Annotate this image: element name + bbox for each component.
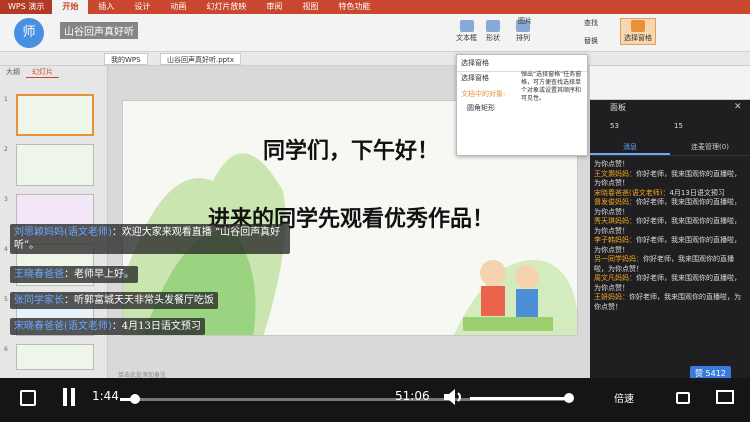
popup-pane-label: 选择窗格 xyxy=(461,74,489,82)
stream-title: 山谷回声真好听 xyxy=(60,22,138,39)
live-panel-header: 面板 xyxy=(610,103,626,112)
tab-slides[interactable]: 幻灯片 xyxy=(26,66,59,78)
ribbon: 师 山谷回声真好听 文本框 形状 排列 图片 查找 替换 选择窗格 xyxy=(0,14,750,52)
close-icon[interactable]: ✕ xyxy=(734,102,742,112)
chat-message: 王晓春爸爸：老师早上好。 xyxy=(10,266,138,283)
tab-home[interactable]: 开始 xyxy=(52,0,89,14)
slide-number: 3 xyxy=(4,196,8,203)
pause-button[interactable] xyxy=(62,388,76,406)
tab-design[interactable]: 设计 xyxy=(124,0,160,14)
speed-button[interactable]: 倍速 xyxy=(614,390,634,405)
like-count: 15 xyxy=(674,122,683,130)
shape-button[interactable]: 形状 xyxy=(486,20,500,43)
popup-title: 选择窗格 xyxy=(457,55,587,72)
caption-icon[interactable] xyxy=(20,390,36,406)
list-item: 另一同学妈妈：你好老师，我来围观你的直播啦，为你点赞！ xyxy=(594,255,734,273)
fullscreen-icon[interactable] xyxy=(716,390,734,404)
viewer-count: 53 xyxy=(610,122,619,130)
slide-thumbnail[interactable] xyxy=(16,344,94,370)
selection-pane-tooltip: 选择窗格 选择窗格 文档中的对象: 圆角矩形 弹出“选择窗格”任务窗格，可方便查… xyxy=(456,54,588,156)
slide-thumbnail[interactable] xyxy=(16,94,94,136)
list-item: 秀天琪妈妈：你好老师，我来围观你的直播啦，为你点赞！ xyxy=(594,217,741,235)
find-button[interactable]: 查找 xyxy=(584,18,598,28)
tab-my-wps[interactable]: 我的WPS xyxy=(104,53,148,65)
pause-icon xyxy=(63,388,67,406)
elapsed-time: 1:44 xyxy=(92,389,119,403)
pip-icon[interactable] xyxy=(676,392,690,404)
popup-section: 文档中的对象: xyxy=(461,90,506,98)
list-item: 周文凡妈妈：你好老师，我来围观你的直播啦，为你点赞！ xyxy=(594,274,741,292)
tab-features[interactable]: 特色功能 xyxy=(328,0,380,14)
slide-number: 5 xyxy=(4,296,8,303)
title-bar: WPS 演示 开始 插入 设计 动画 幻灯片放映 审阅 视图 特色功能 xyxy=(0,0,750,14)
live-panel: 面板 ✕ 53 15 消息 连麦管理(0) 为你点赞！ 王文灏妈妈：你好老师，我… xyxy=(590,100,750,381)
slide-number: 6 xyxy=(4,346,8,353)
notes-bar[interactable]: 单击此处添加备注 xyxy=(108,370,590,379)
tab-insert[interactable]: 插入 xyxy=(88,0,124,14)
message-list: 为你点赞！ 王文灏妈妈：你好老师，我来围观你的直播啦，为你点赞！ 宋晓春爸爸(语… xyxy=(590,160,750,360)
textbox-icon xyxy=(459,20,474,32)
chat-message: 宋晓春爸爸(语文老师)：4月13日语文预习 xyxy=(10,318,205,335)
tab-outline[interactable]: 大纲 xyxy=(0,66,26,78)
volume-knob[interactable] xyxy=(564,393,574,403)
slide-number: 1 xyxy=(4,96,8,103)
list-item: 为你点赞！ xyxy=(594,160,629,168)
list-item: 宋晓春爸爸(语文老师)：4月13日语文预习 xyxy=(594,188,725,197)
list-item: 王妍妈妈：你好老师，我来围观你的直播啦，为你点赞！ xyxy=(594,293,741,311)
list-item: 李子韩妈妈：你好老师，我来围观你的直播啦，为你点赞！ xyxy=(594,236,741,254)
tab-slideshow[interactable]: 幻灯片放映 xyxy=(196,0,256,14)
children-illustration xyxy=(463,260,553,331)
chat-message: 张同学家长：听郭富城天天非常头发餐厅吃饭 xyxy=(10,292,218,309)
slide-thumbnail[interactable] xyxy=(16,144,94,186)
tab-view[interactable]: 视图 xyxy=(292,0,328,14)
selection-pane-icon xyxy=(631,20,645,32)
popup-item: 圆角矩形 xyxy=(467,104,495,112)
right-panel-header xyxy=(590,66,750,100)
avatar: 师 xyxy=(14,18,44,48)
pane-tabs: 大纲 幻灯片 xyxy=(0,66,107,78)
document-tabs: 我的WPS 山谷回声真好听.pptx xyxy=(0,52,750,66)
selection-pane-button[interactable]: 选择窗格 xyxy=(620,18,656,45)
chat-message: 刘思颖妈妈(语文老师)：欢迎大家来观看直播 “山谷回声真好听”。 xyxy=(10,224,290,254)
app-name[interactable]: WPS 演示 xyxy=(0,0,53,14)
tab-mic-manage[interactable]: 连麦管理(0) xyxy=(670,140,750,155)
picture-button[interactable]: 图片 xyxy=(518,16,532,26)
volume-slider[interactable] xyxy=(470,393,574,403)
tab-animation[interactable]: 动画 xyxy=(160,0,196,14)
tab-messages[interactable]: 消息 xyxy=(590,140,670,155)
list-item: 王文灏妈妈：你好老师，我来围观你的直播啦，为你点赞！ xyxy=(594,169,741,188)
shape-icon xyxy=(486,20,500,32)
slide-number: 4 xyxy=(4,246,8,253)
tab-review[interactable]: 审阅 xyxy=(256,0,292,14)
volume-icon[interactable] xyxy=(444,388,466,406)
tab-document[interactable]: 山谷回声真好听.pptx xyxy=(160,53,241,65)
slide-number: 2 xyxy=(4,146,8,153)
textbox-button[interactable]: 文本框 xyxy=(456,20,477,43)
list-item: 督发俊妈妈：你好老师，我来围观你的直播啦，为你点赞！ xyxy=(594,198,741,216)
total-time: 51:06 xyxy=(395,389,430,403)
popup-description: 弹出“选择窗格”任务窗格，可方便查找选择单个对象或设置其顺序和可见性。 xyxy=(521,71,582,102)
replace-button[interactable]: 替换 xyxy=(584,36,598,46)
